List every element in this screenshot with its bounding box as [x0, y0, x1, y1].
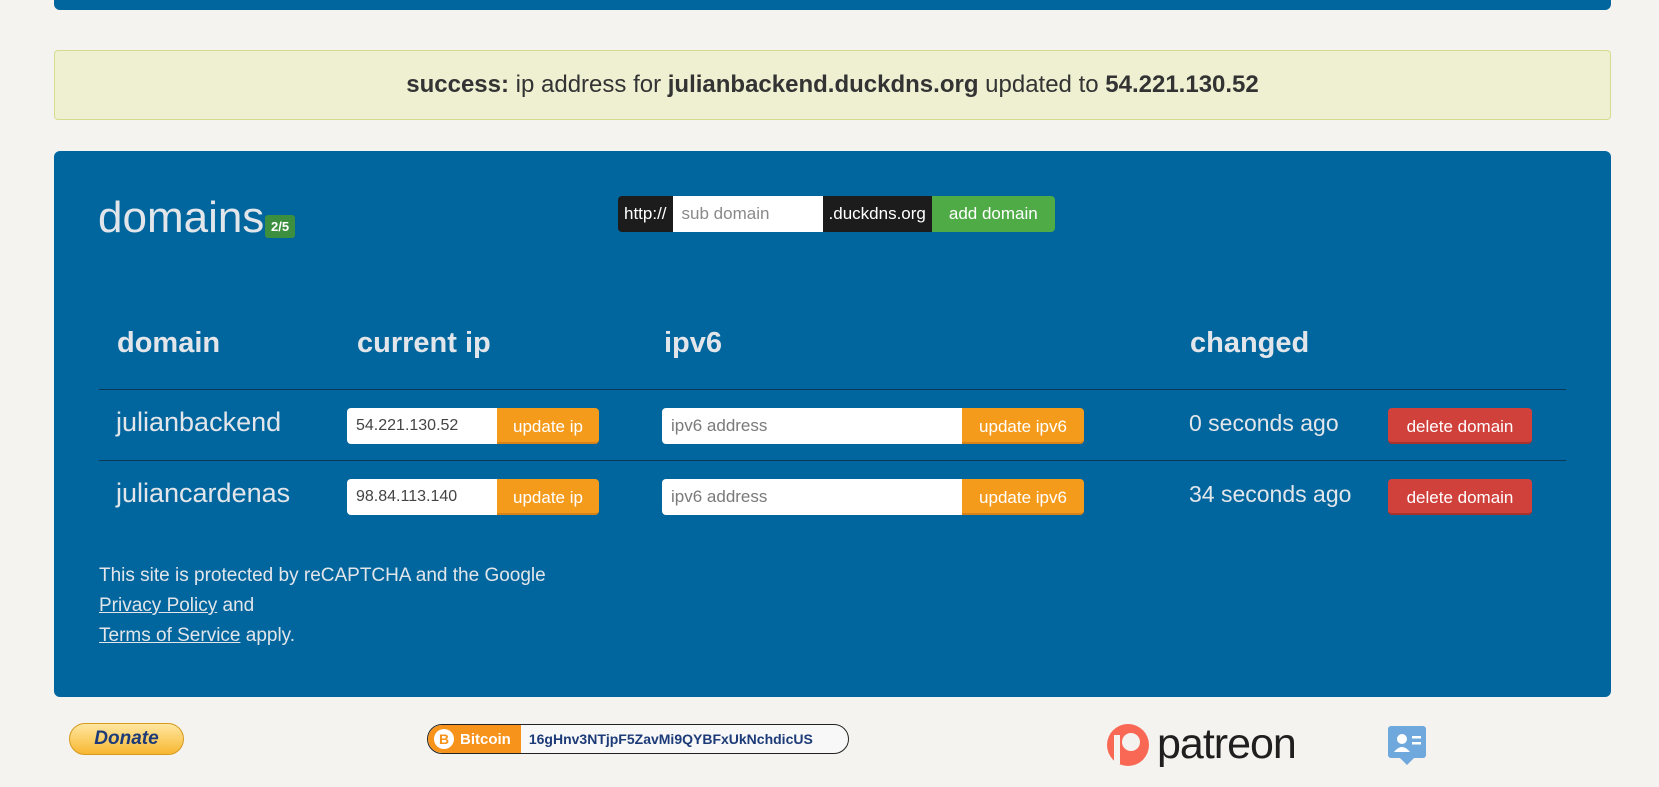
header-changed: changed — [1190, 327, 1310, 359]
delete-domain-button[interactable]: delete domain — [1388, 408, 1532, 444]
page-title: domains — [98, 193, 265, 242]
add-domain-button[interactable]: add domain — [931, 196, 1055, 232]
ip-input[interactable] — [347, 408, 497, 444]
domain-name: julianbackend — [116, 407, 282, 437]
ipv6-input[interactable] — [662, 408, 962, 444]
recaptcha-and: and — [217, 595, 255, 616]
header-current-ip: current ip — [357, 327, 491, 359]
recaptcha-notice: This site is protected by reCAPTCHA and … — [99, 561, 546, 651]
delete-domain-button[interactable]: delete domain — [1388, 479, 1532, 515]
alert-domain: julianbackend.duckdns.org — [667, 71, 979, 98]
http-prefix: http:// — [618, 196, 673, 232]
contact-icon[interactable] — [1386, 724, 1428, 766]
patreon-wordmark: patreon — [1157, 720, 1297, 768]
bitcoin-label-text: Bitcoin — [460, 730, 511, 748]
domains-panel: domains 2/5 http:// .duckdns.org add dom… — [54, 151, 1611, 697]
bitcoin-donate-button[interactable]: B Bitcoin 16gHnv3NTjpF5ZavMi9QYBFxUkNchd… — [427, 724, 849, 754]
update-ipv6-button[interactable]: update ipv6 — [962, 479, 1084, 515]
table-row: juliancardenas update ip update ipv6 34 … — [54, 461, 1611, 533]
success-alert: success: ip address for julianbackend.du… — [54, 50, 1611, 120]
changed-time: 0 seconds ago — [1189, 410, 1339, 436]
bitcoin-icon: B — [434, 729, 454, 749]
privacy-policy-link[interactable]: Privacy Policy — [99, 595, 217, 616]
bitcoin-address: 16gHnv3NTjpF5ZavMi9QYBFxUkNchdicUS — [528, 731, 813, 747]
patreon-logo-icon — [1107, 723, 1149, 766]
changed-time: 34 seconds ago — [1189, 481, 1352, 507]
paypal-donate-button[interactable]: Donate — [69, 723, 184, 755]
recaptcha-apply: apply. — [240, 625, 296, 646]
domain-count-badge: 2/5 — [265, 215, 296, 238]
update-ip-button[interactable]: update ip — [497, 408, 599, 444]
update-ip-button[interactable]: update ip — [497, 479, 599, 515]
terms-of-service-link[interactable]: Terms of Service — [99, 625, 240, 646]
add-domain-form: http:// .duckdns.org add domain — [618, 196, 1055, 232]
header-domain: domain — [117, 327, 221, 359]
alert-text: ip address for — [509, 71, 668, 98]
recaptcha-text: This site is protected by reCAPTCHA and … — [99, 565, 546, 586]
domain-name: juliancardenas — [116, 478, 291, 508]
header-ipv6: ipv6 — [664, 327, 723, 359]
bitcoin-label: B Bitcoin — [428, 725, 521, 753]
duckdns-suffix: .duckdns.org — [822, 196, 932, 232]
alert-ip: 54.221.130.52 — [1105, 71, 1259, 98]
ip-input[interactable] — [347, 479, 497, 515]
subdomain-input[interactable] — [672, 196, 823, 232]
top-bar — [54, 0, 1611, 10]
patreon-link[interactable]: patreon — [1105, 720, 1297, 769]
update-ipv6-button[interactable]: update ipv6 — [962, 408, 1084, 444]
alert-prefix: success: — [406, 71, 509, 98]
alert-text-2: updated to — [978, 71, 1106, 98]
table-row: julianbackend update ip update ipv6 0 se… — [54, 390, 1611, 462]
ipv6-input[interactable] — [662, 479, 962, 515]
